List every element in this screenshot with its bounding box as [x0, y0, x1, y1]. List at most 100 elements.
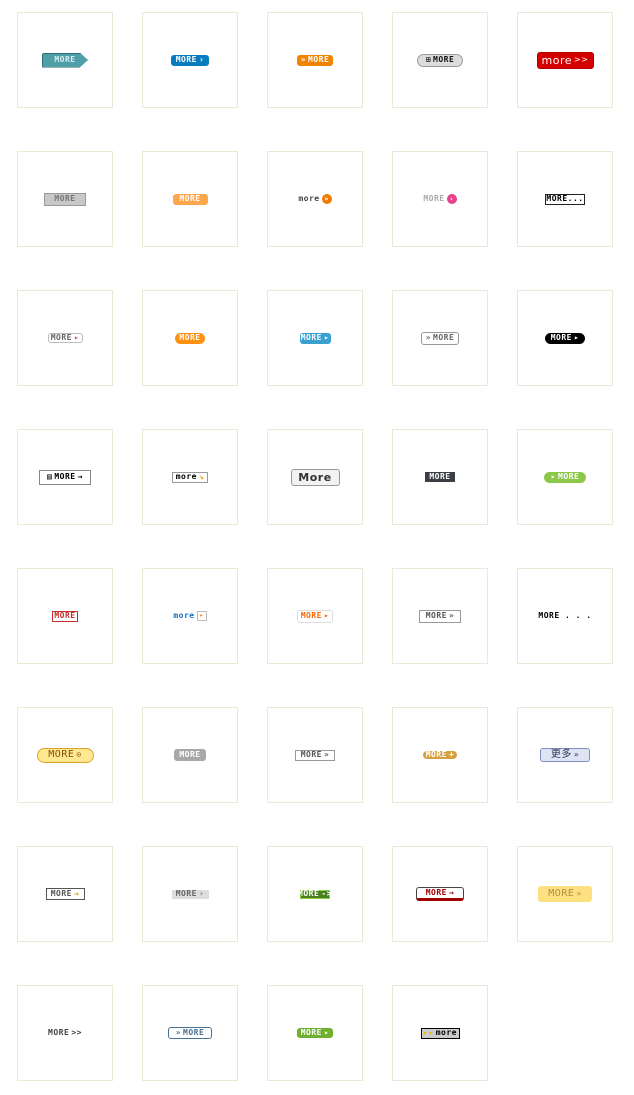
more-button[interactable]: MORE ▸: [299, 332, 331, 344]
button-label: MORE: [308, 55, 330, 64]
circle-arrow-icon: ›: [446, 194, 457, 204]
more-button[interactable]: MORE»: [538, 886, 592, 902]
button-label: MORE: [558, 472, 580, 481]
more-button[interactable]: MORE: [44, 192, 86, 206]
button-cell: MORE >>: [17, 985, 113, 1081]
button-cell: MORE ▸: [267, 290, 363, 386]
more-button[interactable]: MORE ›: [171, 54, 209, 66]
more-button[interactable]: MORE: [174, 749, 206, 761]
button-label: MORE: [50, 889, 72, 898]
button-label: MORE: [423, 194, 445, 203]
suffix-arrow-icon: >>: [574, 55, 589, 64]
more-button[interactable]: MORE ›: [171, 889, 209, 899]
more-button[interactable]: more ↘: [172, 471, 208, 483]
more-button[interactable]: MORE →: [45, 888, 85, 900]
button-label: MORE: [54, 55, 76, 64]
button-label: more: [298, 194, 320, 203]
button-cell: MORE: [17, 12, 113, 108]
prefix-arrow-icon: »: [425, 333, 432, 342]
suffix-arrow-icon: »: [576, 889, 582, 898]
more-button[interactable]: more >>: [536, 51, 594, 69]
button-cell: MORE . . .: [517, 568, 613, 664]
button-cell: more >>: [517, 12, 613, 108]
prefix-arrow-icon: ▸: [550, 472, 557, 481]
more-button[interactable]: more ▸: [173, 611, 207, 621]
more-button[interactable]: More: [290, 468, 340, 486]
button-cell: ▸▸ more: [392, 985, 488, 1081]
button-cell: more ↘: [142, 429, 238, 525]
more-button[interactable]: MORE ->: [298, 889, 331, 899]
suffix-arrow-icon: ▸: [323, 611, 330, 620]
suffix-arrow-icon: +: [448, 750, 455, 759]
more-button[interactable]: MORE ⊙: [36, 747, 94, 763]
button-label: MORE: [300, 333, 322, 342]
more-button[interactable]: MORE: [52, 610, 78, 622]
button-label: MORE: [548, 888, 575, 899]
more-button[interactable]: » MORE: [297, 54, 333, 66]
button-cell: » MORE: [142, 985, 238, 1081]
button-cell: more ▸: [142, 568, 238, 664]
more-button[interactable]: ▤ MORE →: [39, 469, 91, 485]
suffix-arrow-icon: ▸: [73, 333, 80, 342]
button-label: MORE: [433, 55, 455, 64]
button-label: MORE: [54, 472, 76, 481]
button-label: MORE: [54, 194, 76, 203]
button-label: MORE . . .: [538, 611, 592, 620]
more-button[interactable]: MORE»: [295, 749, 335, 761]
suffix-arrow-icon: »: [448, 611, 455, 620]
suffix-arrow-icon: ⊙: [76, 750, 82, 759]
more-button[interactable]: ▸▸ more: [420, 1027, 460, 1039]
button-cell: MORE: [142, 290, 238, 386]
more-button[interactable]: MORE ›: [423, 194, 457, 204]
suffix-arrow-icon: ▸: [573, 333, 580, 342]
more-button[interactable]: MORE: [175, 332, 205, 344]
more-button[interactable]: MORE >>: [48, 1029, 82, 1037]
button-label: MORE: [429, 472, 451, 481]
more-button[interactable]: MORE: [42, 52, 88, 68]
button-cell: MORE...: [517, 151, 613, 247]
button-label: MORE: [179, 194, 201, 203]
more-button[interactable]: 更多»: [540, 748, 590, 762]
more-button[interactable]: MORE +: [423, 751, 457, 759]
button-label: MORE: [425, 888, 447, 897]
more-button[interactable]: MORE: [425, 472, 455, 482]
suffix-arrow-icon: »: [323, 750, 330, 759]
more-button[interactable]: more»: [298, 194, 332, 204]
button-label: MORE: [50, 333, 72, 342]
suffix-arrow-icon: >>: [71, 1028, 82, 1037]
prefix-arrow-icon: »: [300, 55, 307, 64]
more-button[interactable]: MORE: [172, 193, 208, 205]
suffix-arrow-icon: →: [73, 889, 80, 898]
prefix-arrow-icon: ▸▸: [423, 1028, 434, 1037]
button-label: MORE: [48, 1028, 70, 1037]
more-button[interactable]: MORE →: [416, 887, 464, 901]
prefix-arrow-icon: ▤: [47, 472, 53, 481]
more-button[interactable]: MORE...: [545, 193, 585, 205]
more-button[interactable]: ⊞ MORE: [417, 53, 463, 67]
button-label: MORE: [179, 750, 201, 759]
suffix-arrow-icon: »: [573, 750, 580, 759]
button-cell: MORE ▸: [267, 985, 363, 1081]
button-label: MORE: [550, 333, 572, 342]
prefix-arrow-icon: »: [175, 1028, 182, 1037]
button-label: more: [173, 611, 195, 620]
button-cell: » MORE: [392, 290, 488, 386]
button-cell: ▤ MORE →: [17, 429, 113, 525]
button-cell: More: [267, 429, 363, 525]
button-cell: MORE»: [392, 568, 488, 664]
more-button[interactable]: MORE ▸: [297, 1028, 333, 1038]
more-button[interactable]: » MORE: [421, 331, 459, 345]
circle-arrow-icon: »: [321, 194, 332, 204]
more-button[interactable]: MORE»: [419, 609, 461, 623]
more-button[interactable]: ▸ MORE: [544, 471, 586, 483]
more-button[interactable]: MORE ▸: [545, 332, 585, 344]
more-button[interactable]: » MORE: [168, 1027, 212, 1039]
button-label: MORE: [175, 889, 197, 898]
more-button[interactable]: MORE . . .: [538, 612, 591, 620]
button-label: MORE: [183, 1028, 205, 1037]
button-cell: » MORE: [267, 12, 363, 108]
suffix-arrow-icon: ▸: [323, 1028, 330, 1037]
more-button[interactable]: MORE ▸: [297, 609, 333, 623]
more-button[interactable]: MORE ▸: [47, 333, 83, 343]
button-label: more: [435, 1028, 457, 1037]
